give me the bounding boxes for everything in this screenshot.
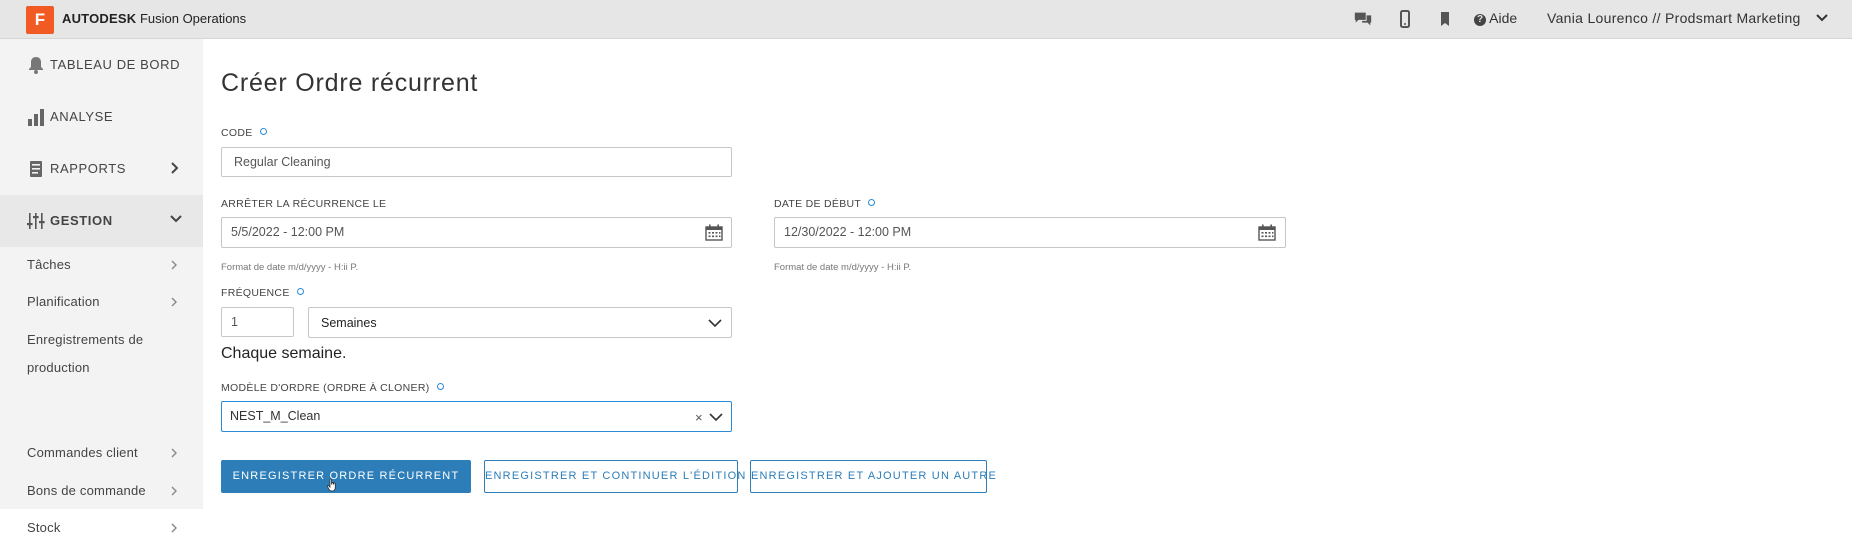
sidebar-subitem-sales-orders[interactable]: Commandes client <box>0 435 203 471</box>
sidebar-item-label: GESTION <box>50 213 113 228</box>
chevron-down-icon <box>170 215 182 223</box>
sidebar-subitem-label: Commandes client <box>27 445 138 460</box>
chevron-down-icon[interactable] <box>1816 13 1828 23</box>
start-date-input[interactable]: 12/30/2022 - 12:00 PM <box>774 217 1286 248</box>
chat-icon[interactable] <box>1353 10 1373 28</box>
stop-date-format-hint: Format de date m/d/yyyy - H:ii P. <box>221 262 359 273</box>
brand-product: Fusion Operations <box>139 11 247 26</box>
required-indicator-icon <box>296 288 304 295</box>
frequency-label-text: FRÉQUENCE <box>221 287 290 299</box>
start-date-label-text: DATE DE DÉBUT <box>774 198 862 210</box>
mobile-icon[interactable] <box>1395 10 1415 28</box>
sidebar-subitem-label: Bons de commande <box>27 483 146 498</box>
sidebar-item-label: TABLEAU DE BORD <box>50 57 181 72</box>
sidebar-item-label: ANALYSE <box>50 109 114 124</box>
question-circle-icon: ? <box>1474 14 1486 26</box>
brand-bold: AUTODESK <box>62 11 137 26</box>
help-link[interactable]: ? Aide <box>1474 10 1517 26</box>
sidebar-item-label: RAPPORTS <box>50 161 127 176</box>
sidebar-subitem-label: Enregistrements de <box>27 332 144 347</box>
chevron-right-icon <box>171 162 179 174</box>
code-input[interactable]: Regular Cleaning <box>221 147 732 177</box>
user-menu[interactable]: Vania Lourenco // Prodsmart Marketing <box>1547 10 1801 26</box>
chevron-right-icon <box>171 486 177 496</box>
report-icon <box>30 161 42 177</box>
sidebar: TABLEAU DE BORD ANALYSE RAPPORTS GESTION… <box>0 39 203 535</box>
sidebar-subitem-label: Stock <box>27 520 61 535</box>
order-template-label-text: MODÈLE D'ORDRE (ORDRE À CLONER) <box>221 382 430 394</box>
start-date-label: DATE DE DÉBUT <box>774 198 876 210</box>
required-indicator-icon <box>436 383 444 390</box>
start-date-format-hint: Format de date m/d/yyyy - H:ii P. <box>774 262 912 273</box>
stop-recurrence-input[interactable]: 5/5/2022 - 12:00 PM <box>221 217 732 248</box>
frequency-number-input[interactable]: 1 <box>221 307 294 337</box>
save-recurring-order-button[interactable]: ENREGISTRER ORDRE RÉCURRENT <box>221 460 471 493</box>
sidebar-item-dashboard[interactable]: TABLEAU DE BORD <box>0 39 203 91</box>
chevron-right-icon <box>171 297 177 307</box>
save-and-add-another-button[interactable]: ENREGISTRER ET AJOUTER UN AUTRE <box>750 460 996 493</box>
frequency-description: Chaque semaine. <box>221 345 347 362</box>
sidebar-subitem-planning[interactable]: Planification <box>0 284 203 320</box>
autodesk-logo[interactable]: F <box>26 6 54 34</box>
bar-chart-icon <box>28 109 44 126</box>
chevron-right-icon <box>171 523 177 533</box>
sidebar-subitem-tasks[interactable]: Tâches <box>0 247 203 283</box>
chevron-right-icon <box>171 260 177 270</box>
sidebar-item-reports[interactable]: RAPPORTS <box>0 143 203 195</box>
order-template-select[interactable]: NEST_M_Clean <box>221 401 732 432</box>
brand-name: AUTODESK Fusion Operations <box>62 11 246 26</box>
clear-selection-icon[interactable]: × <box>695 410 703 425</box>
order-template-label: MODÈLE D'ORDRE (ORDRE À CLONER) <box>221 382 444 394</box>
page-title: Créer Ordre récurrent <box>221 69 479 97</box>
bell-icon <box>29 57 43 74</box>
required-indicator-icon <box>868 199 876 206</box>
help-label: Aide <box>1489 10 1518 26</box>
stop-recurrence-label: ARRÊTER LA RÉCURRENCE LE <box>221 198 387 210</box>
code-label: CODE <box>221 127 267 139</box>
sidebar-item-management[interactable]: GESTION <box>0 195 203 247</box>
chevron-down-icon[interactable] <box>709 412 723 422</box>
hand-cursor-icon <box>327 478 336 492</box>
bookmark-icon[interactable] <box>1435 10 1455 28</box>
sidebar-item-analysis[interactable]: ANALYSE <box>0 91 203 143</box>
top-bar: F AUTODESK Fusion Operations ? Aide Vani… <box>0 0 1852 39</box>
sidebar-subitem-production-records[interactable]: Enregistrements de production <box>0 322 203 382</box>
calendar-icon[interactable] <box>1258 224 1276 241</box>
calendar-icon[interactable] <box>705 224 723 241</box>
required-indicator-icon <box>259 128 267 135</box>
sidebar-subitem-stock[interactable]: Stock <box>0 510 203 546</box>
sidebar-subitem-purchase-orders[interactable]: Bons de commande <box>0 473 203 509</box>
chevron-down-icon[interactable] <box>708 318 722 328</box>
frequency-label: FRÉQUENCE <box>221 287 304 299</box>
frequency-unit-select[interactable]: Semaines <box>308 307 732 338</box>
code-label-text: CODE <box>221 127 253 139</box>
chevron-right-icon <box>171 448 177 458</box>
sidebar-subitem-label: Tâches <box>27 257 71 272</box>
sidebar-subitem-label: Planification <box>27 294 100 309</box>
sidebar-subitem-label-line2: production <box>27 360 90 375</box>
save-and-continue-button[interactable]: ENREGISTRER ET CONTINUER L'ÉDITION <box>484 460 745 493</box>
sliders-icon <box>27 213 45 229</box>
